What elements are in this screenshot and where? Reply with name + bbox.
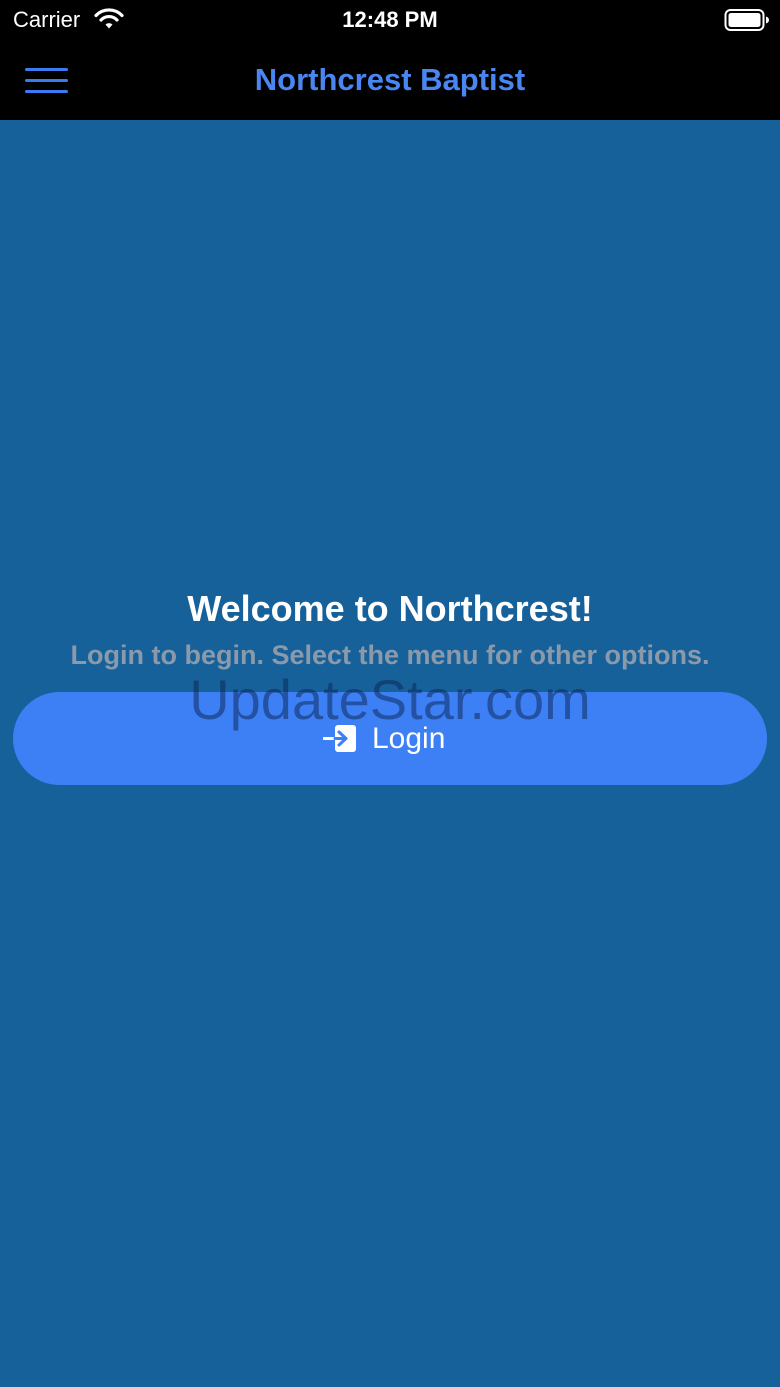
login-button-label: Login bbox=[372, 722, 446, 755]
status-bar: Carrier 12:48 PM bbox=[0, 0, 780, 40]
login-arrow-icon bbox=[322, 725, 359, 753]
battery-icon bbox=[724, 8, 770, 32]
welcome-subtitle: Login to begin. Select the menu for othe… bbox=[70, 640, 710, 670]
login-button[interactable]: Login bbox=[13, 692, 767, 785]
status-time: 12:48 PM bbox=[342, 7, 438, 32]
navigation-bar: Northcrest Baptist bbox=[0, 40, 780, 120]
page-title: Northcrest Baptist bbox=[254, 62, 526, 97]
welcome-heading: Welcome to Northcrest! bbox=[187, 588, 593, 629]
